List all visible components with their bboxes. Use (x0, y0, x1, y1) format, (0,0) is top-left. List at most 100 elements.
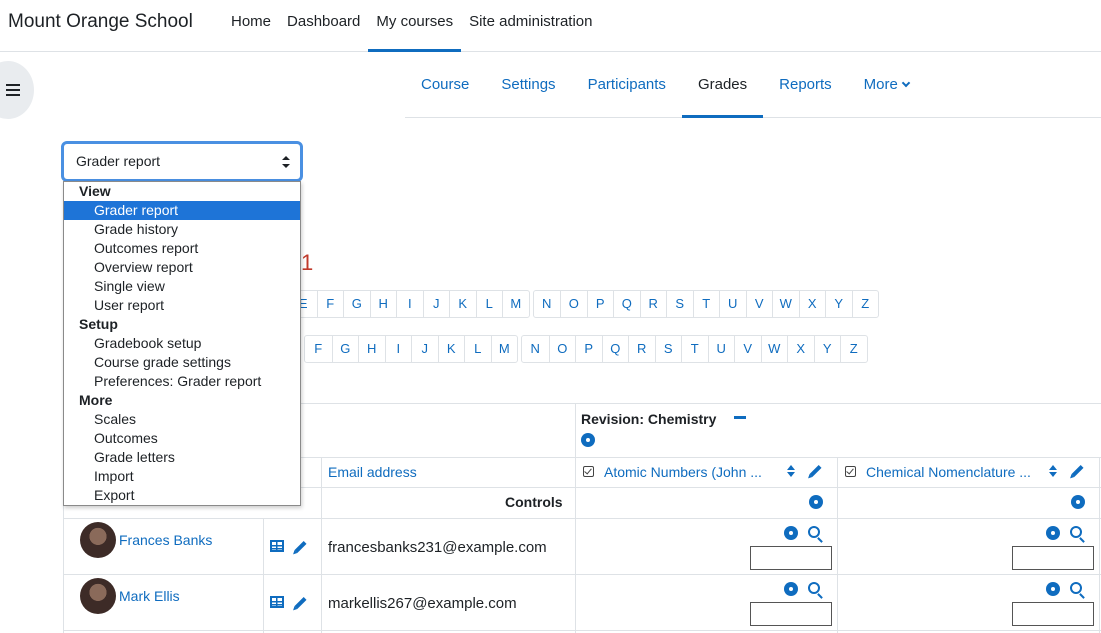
nav-dashboard[interactable]: Dashboard (279, 0, 368, 52)
course-index-toggle-button[interactable] (0, 61, 34, 119)
firstname-letter-h[interactable]: H (369, 291, 397, 317)
tab-grades[interactable]: Grades (681, 56, 764, 118)
option-course-grade-settings[interactable]: Course grade settings (64, 353, 300, 372)
tab-participants[interactable]: Participants (572, 56, 682, 117)
sort-icon[interactable] (1049, 465, 1057, 477)
grade-input[interactable] (750, 546, 832, 570)
firstname-letter-u[interactable]: U (719, 291, 746, 317)
zoom-icon[interactable] (1070, 526, 1082, 538)
zoom-icon[interactable] (808, 582, 820, 594)
zoom-icon[interactable] (808, 526, 820, 538)
firstname-letter-o[interactable]: O (560, 291, 587, 317)
nav-home[interactable]: Home (223, 0, 279, 52)
lastname-letter-n[interactable]: N (522, 336, 549, 362)
lastname-letters-group-2: NOPQRSTUVWXYZ (521, 335, 868, 363)
firstname-letter-s[interactable]: S (666, 291, 693, 317)
option-grade-history[interactable]: Grade history (64, 220, 300, 239)
email-column-header[interactable]: Email address (328, 464, 417, 480)
firstname-letter-q[interactable]: Q (613, 291, 640, 317)
firstname-letter-z[interactable]: Z (851, 291, 879, 317)
option-outcomes-report[interactable]: Outcomes report (64, 239, 300, 258)
grade-input[interactable] (1012, 546, 1094, 570)
option-import[interactable]: Import (64, 467, 300, 486)
firstname-letter-j[interactable]: J (422, 291, 450, 317)
option-export[interactable]: Export (64, 486, 300, 505)
firstname-letter-y[interactable]: Y (825, 291, 852, 317)
option-user-report[interactable]: User report (64, 296, 300, 315)
gear-icon[interactable] (1046, 526, 1060, 540)
option-grade-letters[interactable]: Grade letters (64, 448, 300, 467)
controls-label: Controls (505, 494, 563, 510)
zoom-icon[interactable] (1070, 582, 1082, 594)
lastname-letter-x[interactable]: X (787, 336, 814, 362)
nav-my-courses[interactable]: My courses (368, 0, 461, 52)
site-name[interactable]: Mount Orange School (8, 11, 193, 33)
lastname-letter-m[interactable]: M (490, 336, 518, 362)
student-name-link[interactable]: Frances Banks (119, 532, 212, 548)
lastname-letter-q[interactable]: Q (601, 336, 629, 362)
firstname-letter-i[interactable]: I (396, 291, 423, 317)
lastname-letter-s[interactable]: S (654, 336, 682, 362)
lastname-letter-u[interactable]: U (707, 336, 735, 362)
lastname-letter-l[interactable]: L (464, 336, 491, 362)
column-header-chemical-nomenclature[interactable]: Chemical Nomenclature ... (866, 464, 1031, 480)
lastname-letter-f[interactable]: F (305, 336, 332, 362)
firstname-letter-w[interactable]: W (772, 291, 799, 317)
lastname-letter-z[interactable]: Z (840, 336, 867, 362)
firstname-letter-x[interactable]: X (798, 291, 826, 317)
firstname-letter-p[interactable]: P (586, 291, 614, 317)
lastname-letter-h[interactable]: H (358, 336, 385, 362)
tab-more[interactable]: More (848, 56, 925, 117)
lastname-letter-r[interactable]: R (628, 336, 655, 362)
option-gradebook-setup[interactable]: Gradebook setup (64, 334, 300, 353)
gear-icon[interactable] (784, 582, 798, 596)
gear-icon[interactable] (1071, 495, 1085, 509)
option-outcomes[interactable]: Outcomes (64, 429, 300, 448)
column-header-atomic-numbers[interactable]: Atomic Numbers (John ... (604, 464, 762, 480)
sort-icon[interactable] (787, 465, 795, 477)
lastname-letter-k[interactable]: K (437, 336, 465, 362)
tab-course[interactable]: Course (405, 56, 485, 117)
collapse-minus-icon[interactable] (734, 416, 746, 419)
lastname-letter-o[interactable]: O (548, 336, 576, 362)
student-name-link[interactable]: Mark Ellis (119, 588, 180, 604)
firstname-letter-k[interactable]: K (449, 291, 476, 317)
assignment-checkbox-icon (583, 466, 594, 477)
firstname-letter-n[interactable]: N (534, 291, 561, 317)
firstname-letter-f[interactable]: F (316, 291, 344, 317)
gear-icon[interactable] (784, 526, 798, 540)
firstname-letters-group-2: NOPQRSTUVWXYZ (532, 290, 879, 318)
grades-table-icon[interactable] (270, 596, 284, 608)
option-grader-report[interactable]: Grader report (64, 201, 300, 220)
lastname-letter-i[interactable]: I (384, 336, 412, 362)
grades-table-icon[interactable] (270, 540, 284, 552)
firstname-letter-l[interactable]: L (475, 291, 503, 317)
gear-icon[interactable] (1046, 582, 1060, 596)
grade-input[interactable] (750, 602, 832, 626)
option-preferences-grader-report[interactable]: Preferences: Grader report (64, 372, 300, 391)
option-overview-report[interactable]: Overview report (64, 258, 300, 277)
firstname-letter-g[interactable]: G (343, 291, 370, 317)
lastname-letter-p[interactable]: P (575, 336, 602, 362)
firstname-letter-v[interactable]: V (745, 291, 773, 317)
lastname-letter-v[interactable]: V (734, 336, 761, 362)
option-single-view[interactable]: Single view (64, 277, 300, 296)
lastname-letter-j[interactable]: J (411, 336, 438, 362)
tab-reports[interactable]: Reports (763, 56, 848, 117)
nav-site-administration[interactable]: Site administration (461, 0, 600, 52)
firstname-letter-r[interactable]: R (639, 291, 667, 317)
gear-icon[interactable] (809, 495, 823, 509)
category-gear-icon[interactable] (581, 433, 595, 447)
lastname-letter-g[interactable]: G (331, 336, 359, 362)
report-type-select[interactable]: Grader report (61, 141, 303, 182)
tab-settings[interactable]: Settings (485, 56, 571, 117)
grade-input[interactable] (1012, 602, 1094, 626)
firstname-letter-m[interactable]: M (502, 291, 529, 317)
lastname-letter-y[interactable]: Y (813, 336, 841, 362)
lastname-letter-t[interactable]: T (681, 336, 708, 362)
assignment-checkbox-icon (845, 466, 856, 477)
select-arrows-icon (282, 156, 290, 168)
option-scales[interactable]: Scales (64, 410, 300, 429)
firstname-letter-t[interactable]: T (692, 291, 720, 317)
lastname-letter-w[interactable]: W (760, 336, 788, 362)
